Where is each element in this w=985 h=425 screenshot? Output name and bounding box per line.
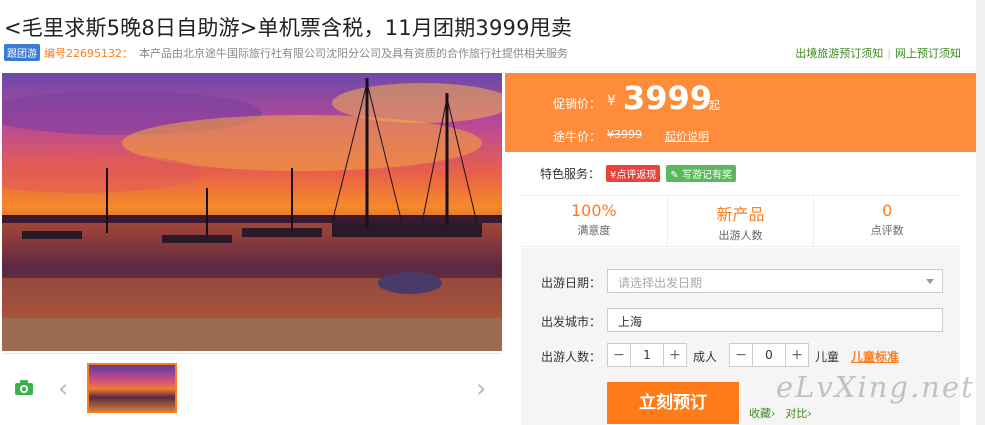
adult-unit: 成人 (693, 350, 718, 364)
travelers-label: 出游人数： (541, 350, 602, 364)
tuniu-price-label: 途牛价： (553, 130, 602, 144)
price-box: 促销价： ¥ 3999 起 途牛价： ¥3999 起价说明 (505, 73, 976, 152)
camera-icon[interactable] (14, 380, 34, 396)
thumbnail-strip: ‹ › (2, 353, 502, 425)
chevron-down-icon (926, 279, 934, 284)
site-watermark: eLvXing.net (776, 370, 975, 404)
travelogue-reward-badge[interactable]: ✎ 写游记有奖 (666, 165, 736, 182)
travel-date-label: 出游日期： (541, 276, 602, 290)
stat-label: 点评数 (870, 224, 904, 237)
tour-type-badge: 跟团游 (4, 44, 40, 61)
thumbnail-prev-arrow-icon[interactable]: ‹ (58, 374, 68, 404)
travel-date-select[interactable]: 请选择出发日期 (607, 269, 943, 293)
adult-stepper: − 1 + (607, 343, 687, 367)
child-plus-button[interactable]: + (786, 344, 808, 366)
special-services: 特色服务： ¥点评返现 ✎ 写游记有奖 (540, 165, 736, 182)
special-services-label: 特色服务： (540, 167, 601, 181)
main-photo[interactable] (2, 73, 502, 351)
review-cashback-badge[interactable]: ¥点评返现 (606, 165, 661, 182)
provider-description: 本产品由北京途牛国际旅行社有限公司沈阳分公司及具有资质的合作旅行社提供相关服务 (139, 46, 568, 60)
product-code: 编号22695132： (44, 46, 133, 60)
book-now-button[interactable]: 立刻预订 (607, 382, 739, 424)
promo-price-label: 促销价： (553, 97, 602, 111)
stat-satisfaction: 100% 满意度 (521, 196, 668, 246)
top-links: 出境旅游预订须知 | 网上预订须知 (795, 45, 961, 61)
secondary-actions: 收藏› 对比› (749, 405, 822, 421)
sunset-harbor-image (2, 78, 502, 351)
thumbnail-image[interactable] (87, 363, 177, 413)
stat-value: 新产品 (716, 205, 765, 224)
travelogue-reward-label: 写游记有奖 (681, 170, 732, 181)
stat-value: 0 (882, 201, 893, 220)
thumbnail-next-arrow-icon[interactable]: › (476, 374, 486, 404)
favorite-link[interactable]: 收藏› (749, 407, 775, 420)
adult-count[interactable]: 1 (630, 344, 664, 366)
child-stepper: − 0 + (729, 343, 809, 367)
promo-price: 3999 (623, 79, 713, 117)
compare-link[interactable]: 对比› (785, 407, 811, 420)
stat-reviews[interactable]: 0 点评数 (814, 196, 960, 246)
product-subline: 跟团游 编号22695132： 本产品由北京途牛国际旅行社有限公司沈阳分公司及具… (4, 44, 568, 61)
child-unit: 儿童 (815, 350, 840, 364)
price-explanation-link[interactable]: 起价说明 (665, 128, 709, 144)
price-from-suffix: 起 (709, 99, 720, 112)
page-title: <毛里求斯5晚8日自助游>单机票含税，11月团期3999甩卖 (4, 16, 573, 40)
adult-plus-button[interactable]: + (664, 344, 686, 366)
child-count[interactable]: 0 (752, 344, 786, 366)
currency-symbol: ¥ (607, 93, 616, 109)
link-separator: | (887, 47, 891, 60)
child-minus-button[interactable]: − (730, 344, 752, 366)
adult-minus-button[interactable]: − (608, 344, 630, 366)
online-booking-notice-link[interactable]: 网上预订须知 (895, 47, 961, 60)
tuniu-price: ¥3999 (607, 128, 642, 141)
stat-value: 100% (570, 201, 617, 220)
outbound-booking-notice-link[interactable]: 出境旅游预订须知 (795, 47, 883, 60)
stat-label: 满意度 (577, 224, 611, 237)
stats-bar: 100% 满意度 新产品 出游人数 0 点评数 (521, 195, 960, 247)
page-right-edge (976, 0, 985, 425)
child-standard-link[interactable]: 儿童标准 (851, 348, 899, 365)
stat-label: 出游人数 (718, 229, 763, 242)
departure-city-input[interactable]: 上海 (607, 308, 943, 332)
travel-date-placeholder: 请选择出发日期 (618, 276, 703, 290)
departure-city-label: 出发城市： (541, 315, 602, 329)
stat-travelers: 新产品 出游人数 (668, 196, 815, 246)
